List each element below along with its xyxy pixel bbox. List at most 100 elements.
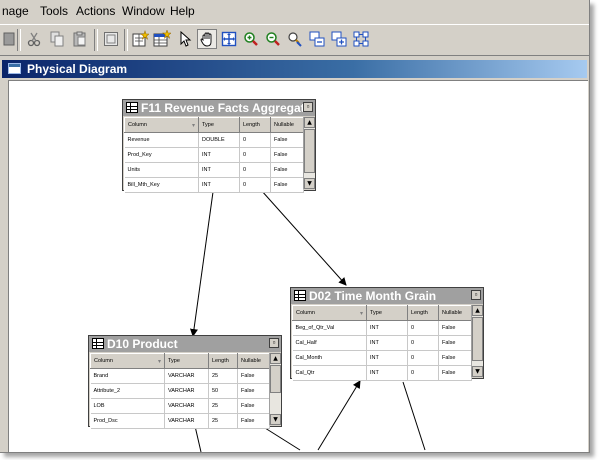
collapse-icon[interactable] (307, 29, 327, 49)
cell: 0 (239, 162, 271, 178)
diagram-window-titlebar: Physical Diagram (2, 60, 587, 78)
cell: Cal_Qtr (292, 365, 367, 381)
fit-icon[interactable] (101, 29, 121, 49)
scroll-up-icon[interactable]: ▲ (472, 305, 483, 316)
menu-tools[interactable]: Tools (40, 4, 68, 18)
table-row[interactable]: Attribute_2 VARCHAR 50 False (90, 383, 270, 399)
cell: Prod_Key (124, 147, 199, 163)
table-f11-collapse-icon[interactable]: ▫ (303, 102, 313, 112)
cell: False (270, 177, 304, 193)
cell: INT (366, 350, 408, 366)
cell: DOUBLE (198, 132, 240, 148)
cell: 0 (407, 350, 439, 366)
paste-icon[interactable] (70, 29, 90, 49)
table-d10-titlebar[interactable]: D10 Product ▫ (89, 336, 281, 352)
column-header-type[interactable]: Type (366, 305, 408, 321)
column-header-length[interactable]: Length (407, 305, 439, 321)
cell: Revenue (124, 132, 199, 148)
scroll-up-icon[interactable]: ▲ (270, 353, 281, 364)
column-header-nullable[interactable]: Nullable (438, 305, 472, 321)
column-header-length[interactable]: Length (208, 353, 238, 369)
cell: LOB (90, 398, 165, 414)
table-f11-revenue-facts[interactable]: F11 Revenue Facts Aggregate ▫ Column ▾ Ty… (122, 99, 316, 193)
cell: VARCHAR (164, 413, 209, 429)
cell: 0 (407, 365, 439, 381)
table-d02-scrollbar[interactable]: ▲ ▼ (471, 305, 483, 377)
cell: 0 (239, 132, 271, 148)
menu-actions[interactable]: Actions (76, 4, 115, 18)
hand-pan-icon[interactable] (197, 29, 217, 49)
table-row[interactable]: Beg_of_Qtr_Val INT 0 False (292, 320, 472, 336)
cell: False (438, 320, 472, 336)
menu-window[interactable]: Window (122, 4, 165, 18)
column-header-nullable[interactable]: Nullable (270, 117, 304, 133)
scroll-thumb[interactable] (472, 317, 483, 361)
table-d10-product[interactable]: D10 Product ▫ Column ▾ Type Length Nullab… (88, 335, 282, 429)
table-d10-scrollbar[interactable]: ▲ ▼ (269, 353, 281, 425)
cell: 0 (407, 320, 439, 336)
table-row[interactable]: LOB VARCHAR 25 False (90, 398, 270, 414)
cell: False (270, 162, 304, 178)
add-table-icon[interactable] (152, 29, 172, 49)
cell: INT (198, 162, 240, 178)
scroll-thumb[interactable] (270, 365, 281, 393)
table-d10-collapse-icon[interactable]: ▫ (269, 338, 279, 348)
table-row[interactable]: Cal_Half INT 0 False (292, 335, 472, 351)
menu-manage[interactable]: nage (2, 4, 29, 18)
table-d02-collapse-icon[interactable]: ▫ (471, 290, 481, 300)
window-icon (8, 63, 21, 74)
cell: False (270, 132, 304, 148)
cell: VARCHAR (164, 368, 209, 384)
scroll-thumb[interactable] (304, 129, 315, 173)
column-header-nullable[interactable]: Nullable (237, 353, 270, 369)
cell: 50 (208, 383, 238, 399)
select-arrow-icon[interactable] (175, 29, 195, 49)
table-d02-titlebar[interactable]: D02 Time Month Grain ▫ (291, 288, 483, 304)
table-row[interactable]: Units INT 0 False (124, 162, 304, 178)
menu-help[interactable]: Help (170, 4, 195, 18)
table-row[interactable]: Brand VARCHAR 25 False (90, 368, 270, 384)
toolbar (0, 24, 589, 56)
cell: Cal_Half (292, 335, 367, 351)
zoom-out-icon[interactable] (263, 29, 283, 49)
table-row[interactable]: Cal_Month INT 0 False (292, 350, 472, 366)
table-row[interactable]: Cal_Qtr INT 0 False (292, 365, 472, 381)
scroll-down-icon[interactable]: ▼ (270, 414, 281, 425)
sort-caret-icon: ▾ (157, 358, 161, 365)
cell: 25 (208, 413, 238, 429)
table-row[interactable]: Prod_Dsc VARCHAR 25 False (90, 413, 270, 429)
auto-layout-icon[interactable] (351, 29, 371, 49)
cell: False (438, 350, 472, 366)
cell: False (270, 147, 304, 163)
zoom-in-icon[interactable] (241, 29, 261, 49)
diagram-window-title: Physical Diagram (27, 62, 128, 76)
expand-icon[interactable] (329, 29, 349, 49)
table-row[interactable]: Bill_Mth_Key INT 0 False (124, 177, 304, 193)
column-header-type[interactable]: Type (164, 353, 209, 369)
column-header-column[interactable]: Column ▾ (90, 353, 165, 369)
table-d02-time-month-grain[interactable]: D02 Time Month Grain ▫ Column ▾ Type Leng… (290, 287, 484, 381)
scroll-down-icon[interactable]: ▼ (472, 366, 483, 377)
new-diagram-icon[interactable] (130, 29, 150, 49)
scroll-down-icon[interactable]: ▼ (304, 178, 315, 189)
cut-icon[interactable] (24, 29, 44, 49)
cell: 25 (208, 398, 238, 414)
cell: INT (366, 365, 408, 381)
cell: Cal_Month (292, 350, 367, 366)
copy-icon[interactable] (47, 29, 67, 49)
find-icon[interactable] (285, 29, 305, 49)
scroll-up-icon[interactable]: ▲ (304, 117, 315, 128)
cell: False (237, 383, 270, 399)
column-header-column[interactable]: Column ▾ (292, 305, 367, 321)
table-f11-titlebar[interactable]: F11 Revenue Facts Aggregate ▫ (123, 100, 315, 116)
table-row[interactable]: Prod_Key INT 0 False (124, 147, 304, 163)
table-row[interactable]: Revenue DOUBLE 0 False (124, 132, 304, 148)
cell: INT (366, 335, 408, 351)
zoom-fit-icon[interactable] (219, 29, 239, 49)
column-header-column[interactable]: Column ▾ (124, 117, 199, 133)
column-header-type[interactable]: Type (198, 117, 240, 133)
toolbar-separator (94, 29, 98, 51)
column-header-length[interactable]: Length (239, 117, 271, 133)
cell: Bill_Mth_Key (124, 177, 199, 193)
table-f11-scrollbar[interactable]: ▲ ▼ (303, 117, 315, 189)
